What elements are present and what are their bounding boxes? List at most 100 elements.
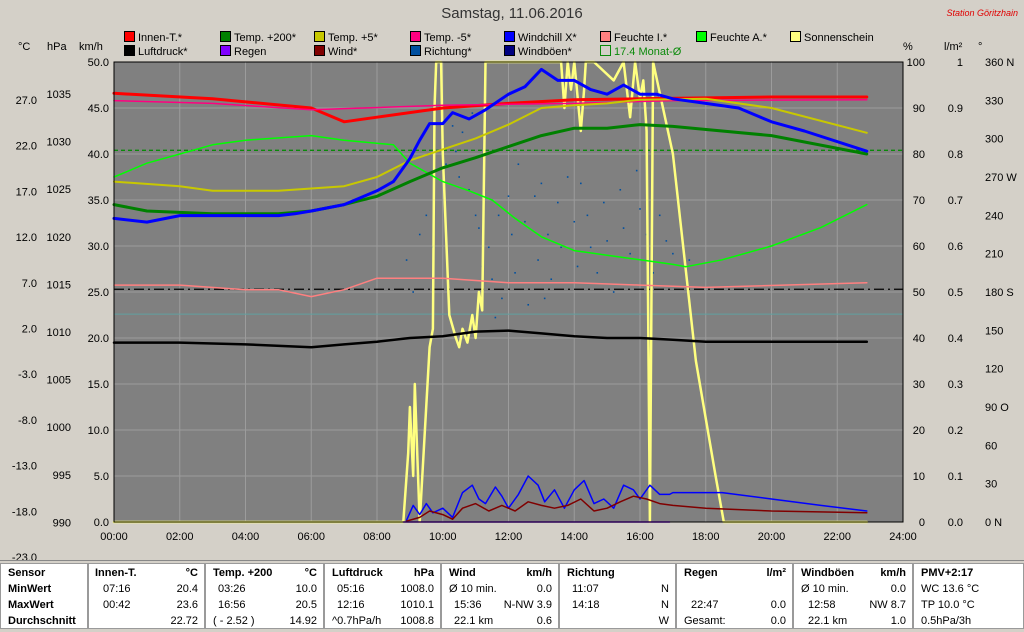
direction-point bbox=[576, 265, 579, 268]
legend-item: Temp. +200* bbox=[220, 31, 296, 44]
direction-point bbox=[622, 227, 625, 229]
legend-swatch bbox=[410, 45, 421, 56]
stats-innen-avg-value: 22.72 bbox=[170, 615, 198, 627]
legend-label: Sonnenschein bbox=[804, 32, 874, 44]
y-tick-degree: 270 W bbox=[985, 172, 1017, 184]
legend-item: Regen bbox=[220, 45, 266, 58]
y-tick-hpa: 1020 bbox=[47, 232, 71, 244]
stats-temp200-max-value: 20.5 bbox=[295, 599, 317, 611]
direction-point bbox=[455, 150, 457, 153]
y-tick-percent: 0 bbox=[919, 517, 925, 529]
stats-wind-avg10-value: 0.0 bbox=[536, 583, 552, 595]
stats-windboen-avg10-value: 0.0 bbox=[890, 583, 906, 595]
stats-temp200-min-value: 10.0 bbox=[295, 583, 317, 595]
legend-item: Temp. -5* bbox=[410, 31, 471, 44]
stats-panel-regen: Regen l/m² 22:47 0.0 Gesamt: 0.0 bbox=[676, 563, 793, 629]
legend-item: 17.4 Monat-Ø bbox=[600, 45, 681, 58]
stats-luftdruck-max-time: 12:16 bbox=[337, 599, 365, 611]
stats-panel-richtung: Richtung 11:07 N 14:18 N W bbox=[559, 563, 676, 629]
y-tick-percent: 30 bbox=[913, 379, 925, 391]
stats-pmv-windchill: WC 13.6 °C bbox=[921, 583, 980, 595]
stats-richtung-avg-value: W bbox=[658, 615, 669, 627]
stats-windboen-avg-value: 1.0 bbox=[890, 615, 906, 627]
direction-point bbox=[596, 272, 599, 274]
direction-point bbox=[629, 252, 631, 255]
y-tick-kmh: 30.0 bbox=[88, 241, 109, 253]
legend-label: Windchill X* bbox=[518, 32, 577, 44]
y-tick-percent: 20 bbox=[913, 425, 925, 437]
y-tick-kmh: 10.0 bbox=[88, 425, 109, 437]
stats-regen-unit: l/m² bbox=[766, 567, 786, 579]
stats-temp200-min-time: 03:26 bbox=[218, 583, 246, 595]
y-tick-percent: 50 bbox=[913, 287, 925, 299]
stats-wind-unit: km/h bbox=[526, 567, 552, 579]
direction-point bbox=[445, 163, 447, 166]
direction-point bbox=[540, 182, 543, 185]
stats-panel-pmv: PMV+2:17 WC 13.6 °C TP 10.0 °C 0.5hPa/3h bbox=[913, 563, 1024, 629]
y-tick-rain: 0.1 bbox=[948, 471, 963, 483]
direction-point bbox=[557, 201, 559, 204]
y-tick-hpa: 1030 bbox=[47, 137, 71, 149]
stats-sensor-column: Sensor MinWert MaxWert Durchschnitt bbox=[0, 563, 88, 629]
y-tick-rain: 0.7 bbox=[948, 195, 963, 207]
direction-point bbox=[478, 227, 480, 229]
direction-point bbox=[527, 303, 530, 306]
y-tick-celsius: 2.0 bbox=[22, 324, 37, 336]
stats-temp200-unit: °C bbox=[304, 567, 317, 579]
y-tick-celsius: -8.0 bbox=[18, 415, 37, 427]
stats-row-min: MinWert bbox=[8, 583, 52, 595]
legend-swatch bbox=[790, 31, 801, 42]
y-tick-kmh: 0.0 bbox=[94, 517, 109, 529]
stats-windboen-unit: km/h bbox=[880, 567, 906, 579]
direction-point bbox=[501, 297, 503, 300]
y-tick-rain: 0.5 bbox=[948, 287, 963, 299]
stats-regen-total-label: Gesamt: bbox=[684, 615, 726, 627]
direction-point bbox=[494, 316, 497, 319]
x-tick-label: 14:00 bbox=[560, 531, 588, 543]
stats-innen-max-value: 23.6 bbox=[176, 599, 198, 611]
stats-richtung-max-value: N bbox=[661, 599, 669, 611]
stats-innen-min-value: 20.4 bbox=[176, 583, 198, 595]
stats-richtung-max-time: 14:18 bbox=[572, 599, 600, 611]
direction-point bbox=[672, 252, 674, 255]
legend-item: Luftdruck* bbox=[124, 45, 188, 58]
stats-regen-max-value: 0.0 bbox=[770, 599, 786, 611]
stats-wind-max-value: N-NW 3.9 bbox=[503, 599, 552, 611]
direction-point bbox=[471, 112, 474, 114]
stats-wind-max-time: 15:36 bbox=[454, 599, 482, 611]
direction-point bbox=[658, 214, 661, 217]
legend-item: Richtung* bbox=[410, 45, 472, 58]
x-tick-label: 22:00 bbox=[823, 531, 851, 543]
legend-item: Sonnenschein bbox=[790, 31, 874, 44]
unit-rain: l/m² bbox=[944, 41, 963, 53]
y-tick-rain: 1 bbox=[957, 57, 963, 69]
direction-point bbox=[487, 246, 490, 249]
legend-label: Feuchte A.* bbox=[710, 32, 767, 44]
stats-panel-wind: Wind km/h Ø 10 min. 0.0 15:36 N-NW 3.9 2… bbox=[441, 563, 559, 629]
stats-innen-unit: °C bbox=[185, 567, 198, 579]
y-tick-kmh: 20.0 bbox=[88, 333, 109, 345]
stats-richtung-min-value: N bbox=[661, 583, 669, 595]
direction-point bbox=[566, 176, 569, 178]
x-tick-label: 00:00 bbox=[100, 531, 128, 543]
legend-item: Innen-T.* bbox=[124, 31, 182, 44]
legend-swatch bbox=[504, 45, 515, 56]
stats-windboen-distance: 22.1 km bbox=[808, 615, 848, 627]
direction-point bbox=[603, 201, 605, 204]
direction-point bbox=[639, 208, 641, 210]
direction-point bbox=[474, 214, 477, 217]
stats-regen-max-time: 22:47 bbox=[691, 599, 719, 611]
legend-swatch bbox=[124, 45, 135, 56]
y-tick-celsius: -18.0 bbox=[12, 506, 37, 518]
y-tick-hpa: 1005 bbox=[47, 375, 71, 387]
y-tick-degree: 360 N bbox=[985, 57, 1014, 69]
y-tick-degree: 210 bbox=[985, 249, 1003, 261]
stats-luftdruck-unit: hPa bbox=[413, 567, 434, 579]
stats-pmv-pressure-trend: 0.5hPa/3h bbox=[921, 615, 972, 627]
y-tick-degree: 90 O bbox=[985, 402, 1009, 414]
x-tick-label: 16:00 bbox=[626, 531, 654, 543]
stats-panel-innen: Innen-T. °C 07:16 20.4 00:42 23.6 22.72 bbox=[88, 563, 205, 629]
direction-point bbox=[514, 272, 516, 274]
direction-point bbox=[560, 246, 562, 249]
y-tick-celsius: 12.0 bbox=[16, 232, 37, 244]
